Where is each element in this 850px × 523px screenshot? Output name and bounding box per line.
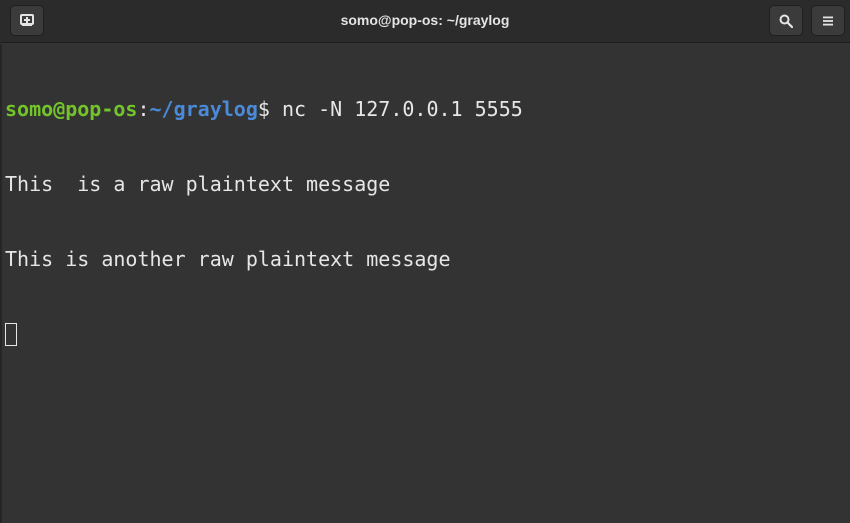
output-line: This is another raw plaintext message	[5, 247, 451, 271]
output-line: This is a raw plaintext message	[5, 172, 391, 196]
terminal-window: somo@pop-os: ~/graylog somo@pop-os:~/gra…	[0, 0, 850, 523]
prompt-path: ~/graylog	[149, 97, 258, 121]
command-line: somo@pop-os:~/graylog$ nc -N 127.0.0.1 5…	[5, 97, 850, 122]
hamburger-menu-icon	[823, 16, 833, 26]
menu-button[interactable]	[811, 5, 845, 36]
title-bar[interactable]: somo@pop-os: ~/graylog	[0, 0, 850, 43]
prompt-colon: :	[137, 97, 150, 121]
input-line[interactable]	[5, 322, 850, 347]
search-button[interactable]	[769, 5, 803, 36]
prompt-user-host: somo@pop-os	[5, 97, 138, 121]
command-text: nc -N 127.0.0.1 5555	[269, 97, 523, 121]
text-cursor	[5, 323, 17, 346]
terminal-area[interactable]: somo@pop-os:~/graylog$ nc -N 127.0.0.1 5…	[0, 44, 850, 523]
prompt-symbol: $	[257, 97, 270, 121]
search-icon	[779, 14, 793, 28]
window-title: somo@pop-os: ~/graylog	[340, 12, 510, 28]
